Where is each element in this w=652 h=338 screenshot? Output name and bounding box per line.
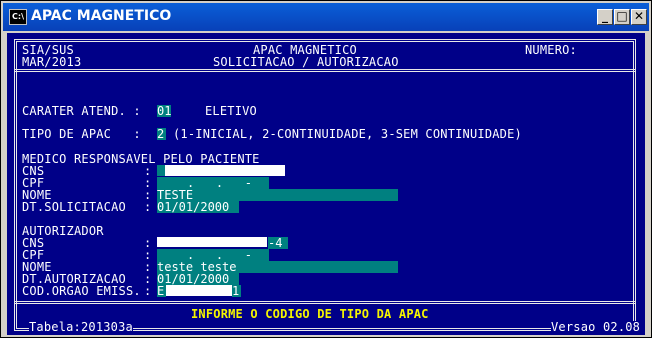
dt-solicitacao-field[interactable]: 01/01/2000 xyxy=(157,201,239,213)
orgao-emissor-label: COD.ORGAO EMISS. xyxy=(22,284,141,298)
orgao-emissor-colon: : xyxy=(144,284,152,298)
versao-label: Versao 02.08 xyxy=(551,320,641,334)
tipo-apac-options: (1-INICIAL, 2-CONTINUIDADE, 3-SEM CONTIN… xyxy=(173,127,522,141)
header-divider xyxy=(14,69,636,72)
aut-cns-field[interactable]: -4 xyxy=(268,237,288,249)
tipo-apac-field[interactable]: 2 xyxy=(157,128,166,140)
orgao-emissor-redaction xyxy=(166,285,232,296)
medico-section-title: MEDICO RESPONSAVEL PELO PACIENTE xyxy=(22,152,260,166)
aut-cns-redaction xyxy=(157,237,267,247)
maximize-button[interactable]: □ xyxy=(614,9,630,25)
tipo-apac-label: TIPO DE APAC : xyxy=(22,127,141,141)
window-title: APAC MAGNETICO xyxy=(31,8,172,24)
carater-field[interactable]: 01 xyxy=(157,105,172,117)
orgao-emissor-prefix[interactable]: E xyxy=(157,285,166,297)
dt-autorizacao-field[interactable]: 01/01/2000 xyxy=(157,273,239,285)
status-message: INFORME O CODIGO DE TIPO DA APAC xyxy=(191,307,429,321)
screen-subtitle: SOLICITACAO / AUTORIZACAO xyxy=(213,55,399,69)
orgao-emissor-suffix[interactable]: 1 xyxy=(232,285,241,297)
dt-solicitacao-colon: : xyxy=(144,200,152,214)
app-window: C:\ APAC MAGNETICO _ □ ✕ SIA/SUS MAR/201… xyxy=(0,0,652,338)
dt-solicitacao-label: DT.SOLICITACAO xyxy=(22,200,126,214)
console-area[interactable]: SIA/SUS MAR/2013 APAC MAGNETICO SOLICITA… xyxy=(7,33,645,335)
footer-divider xyxy=(14,301,636,304)
carater-description: ELETIVO xyxy=(205,104,257,118)
numero-label: NUMERO: xyxy=(525,43,577,57)
medico-cns-redaction xyxy=(165,165,285,176)
console-icon: C:\ xyxy=(9,9,27,25)
close-button[interactable]: ✕ xyxy=(631,9,647,25)
title-bar[interactable]: C:\ APAC MAGNETICO _ □ ✕ xyxy=(3,3,649,31)
carater-label: CARATER ATEND. : xyxy=(22,104,141,118)
competence-label: MAR/2013 xyxy=(22,55,82,69)
tabela-label: Tabela:201303a xyxy=(29,320,133,334)
minimize-button[interactable]: _ xyxy=(597,9,613,25)
